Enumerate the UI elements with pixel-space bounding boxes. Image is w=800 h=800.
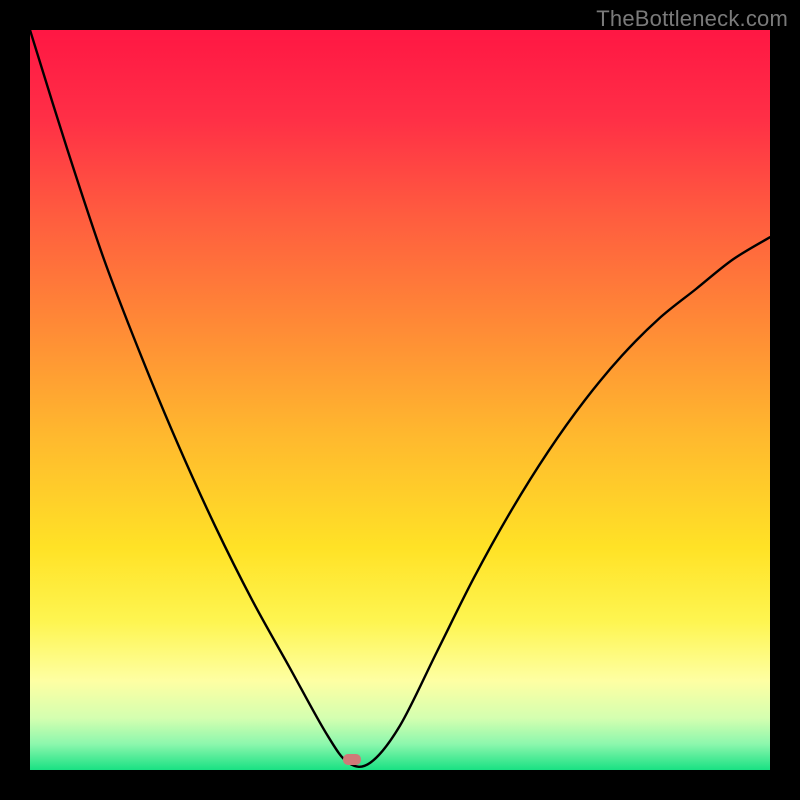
optimal-marker [343,754,361,765]
bottleneck-curve [30,30,770,770]
watermark-text: TheBottleneck.com [596,6,788,32]
plot-area [30,30,770,770]
chart-frame: TheBottleneck.com [0,0,800,800]
